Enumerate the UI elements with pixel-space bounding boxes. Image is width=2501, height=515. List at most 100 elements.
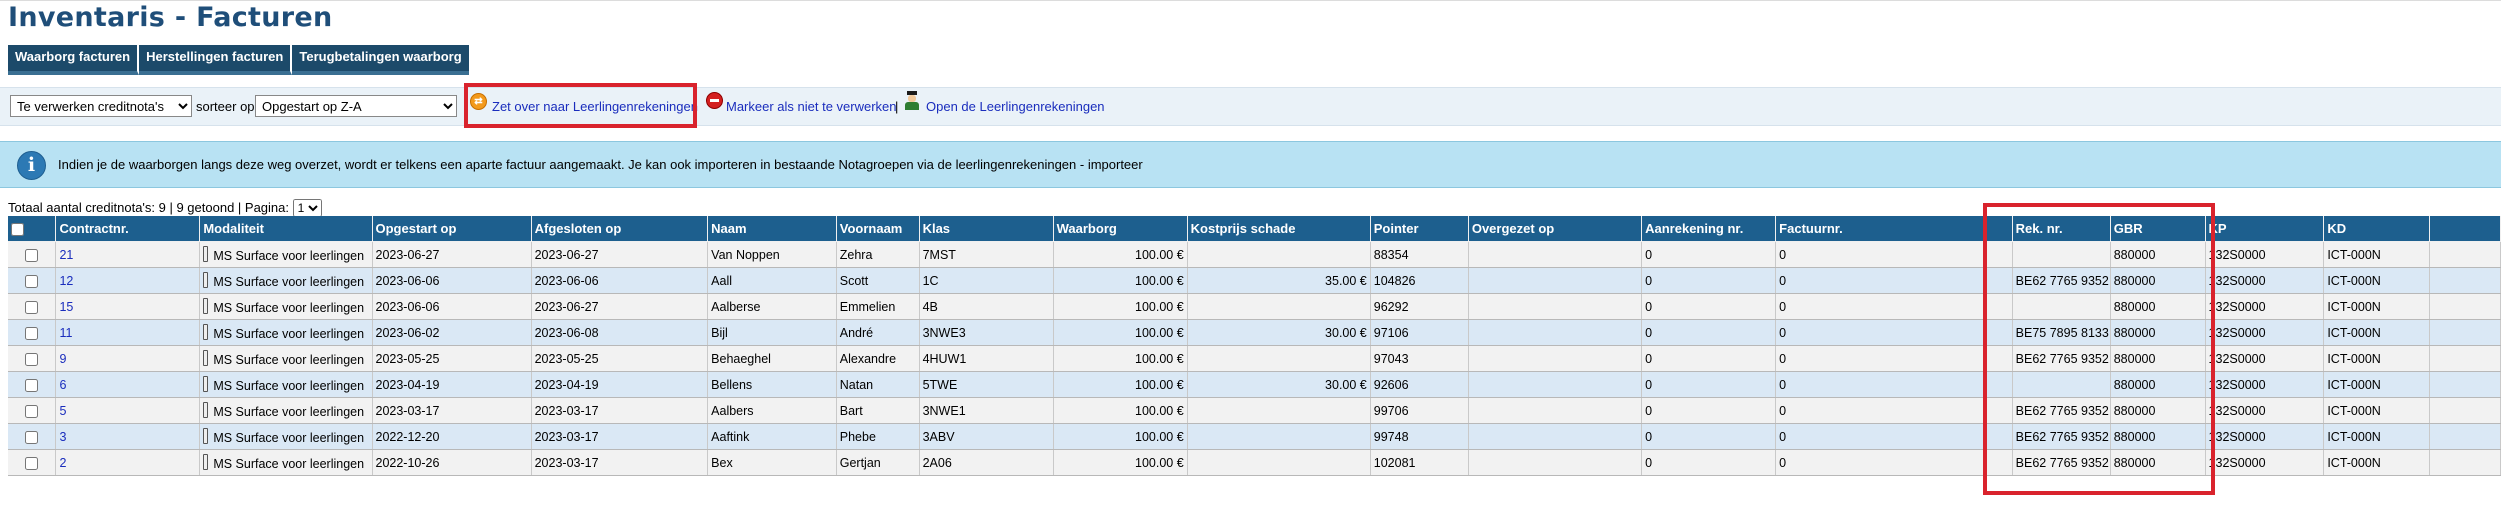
sort-select[interactable]: Opgestart op Z-A	[255, 95, 457, 117]
contract-link[interactable]: 21	[59, 248, 73, 262]
cell-modaliteit: MS Surface voor leerlingen	[199, 241, 373, 268]
contract-link[interactable]: 11	[59, 326, 72, 340]
cell-contractnr: 12	[55, 267, 201, 294]
cell-pointer: 99706	[1370, 397, 1469, 424]
mark-not-process-link[interactable]: Markeer als niet te verwerken	[726, 99, 897, 114]
col-contractnr[interactable]: Contractnr.	[55, 216, 201, 242]
contract-link[interactable]: 2	[59, 456, 66, 470]
table-row[interactable]: 15 MS Surface voor leerlingen 2023-06-06 20…	[8, 293, 2501, 320]
col-kostprijs-schade[interactable]: Kostprijs schade	[1187, 216, 1371, 242]
cell-aanrekening-nr: 0	[1641, 345, 1777, 372]
col-afgesloten-op[interactable]: Afgesloten op	[531, 216, 709, 242]
cell-factuurnr: 0	[1775, 423, 2013, 450]
row-select-cell	[8, 293, 57, 320]
cell-voornaam: Emmelien	[836, 293, 920, 320]
cell-modaliteit: MS Surface voor leerlingen	[199, 397, 373, 424]
transfer-to-student-accounts-link[interactable]: Zet over naar Leerlingenrekeningen	[492, 99, 698, 114]
cell-overgezet-op	[1468, 371, 1643, 398]
info-icon: i	[17, 151, 46, 180]
col-pointer[interactable]: Pointer	[1370, 216, 1469, 242]
table-row[interactable]: 5 MS Surface voor leerlingen 2023-03-17 202…	[8, 397, 2501, 424]
filter-select[interactable]: Te verwerken creditnota's	[10, 95, 192, 117]
page-title: Inventaris - Facturen	[8, 2, 333, 33]
cell-afgesloten-op: 2023-05-25	[531, 345, 709, 372]
contract-link[interactable]: 12	[59, 274, 73, 288]
contract-link[interactable]: 6	[59, 378, 66, 392]
cell-waarborg: 100.00 €	[1053, 319, 1188, 346]
col-waarborg[interactable]: Waarborg	[1053, 216, 1188, 242]
table-row[interactable]: 3 MS Surface voor leerlingen 2022-12-20 202…	[8, 423, 2501, 450]
table-row[interactable]: 12 MS Surface voor leerlingen 2023-06-06 20…	[8, 267, 2501, 294]
cell-modaliteit: MS Surface voor leerlingen	[199, 267, 373, 294]
col-kd[interactable]: KD	[2323, 216, 2431, 242]
table-row[interactable]: 21 MS Surface voor leerlingen 2023-06-27 20…	[8, 241, 2501, 268]
cell-factuurnr: 0	[1775, 371, 2013, 398]
col-naam[interactable]: Naam	[707, 216, 837, 242]
info-text: Indien je de waarborgen langs deze weg o…	[58, 157, 1143, 172]
table-row[interactable]: 11 MS Surface voor leerlingen 2023-06-02 20…	[8, 319, 2501, 346]
cell-overgezet-op	[1468, 293, 1643, 320]
modaliteit-text: MS Surface voor leerlingen	[213, 431, 365, 445]
cell-kd: ICT-000N	[2323, 449, 2431, 476]
modaliteit-text: MS Surface voor leerlingen	[213, 457, 365, 471]
cell-modaliteit: MS Surface voor leerlingen	[199, 423, 373, 450]
contract-link[interactable]: 15	[59, 300, 73, 314]
tab-herstellingen-facturen[interactable]: Herstellingen facturen	[139, 45, 293, 75]
row-checkbox[interactable]	[25, 456, 39, 470]
modaliteit-text: MS Surface voor leerlingen	[213, 353, 365, 367]
col-overgezet-op[interactable]: Overgezet op	[1468, 216, 1643, 242]
col-modaliteit[interactable]: Modaliteit	[199, 216, 373, 242]
cell-gbr: 880000	[2110, 449, 2206, 476]
contract-link[interactable]: 5	[59, 404, 66, 418]
table-row[interactable]: 6 MS Surface voor leerlingen 2023-04-19 202…	[8, 371, 2501, 398]
row-checkbox[interactable]	[25, 430, 39, 444]
cell-waarborg: 100.00 €	[1053, 293, 1188, 320]
tablet-icon	[203, 350, 209, 366]
cell-extra	[2429, 293, 2501, 320]
table-row[interactable]: 2 MS Surface voor leerlingen 2022-10-26 202…	[8, 449, 2501, 476]
col-gbr[interactable]: GBR	[2110, 216, 2206, 242]
col-klas[interactable]: Klas	[919, 216, 1054, 242]
cell-klas: 4B	[919, 293, 1054, 320]
row-checkbox[interactable]	[25, 352, 39, 366]
cell-overgezet-op	[1468, 241, 1643, 268]
sort-label: sorteer op:	[196, 99, 259, 114]
contract-link[interactable]: 9	[59, 352, 66, 366]
cell-pointer: 102081	[1370, 449, 1469, 476]
row-checkbox[interactable]	[25, 248, 39, 262]
row-checkbox[interactable]	[25, 326, 39, 340]
tab-waarborg-facturen[interactable]: Waarborg facturen	[8, 45, 140, 75]
col-aanrekening-nr[interactable]: Aanrekening nr.	[1641, 216, 1777, 242]
row-checkbox[interactable]	[25, 378, 39, 392]
col-opgestart-op[interactable]: Opgestart op	[372, 216, 532, 242]
cell-naam: Bex	[707, 449, 837, 476]
cell-aanrekening-nr: 0	[1641, 371, 1777, 398]
table-row[interactable]: 9 MS Surface voor leerlingen 2023-05-25 202…	[8, 345, 2501, 372]
col-rek-nr[interactable]: Rek. nr.	[2012, 216, 2111, 242]
row-checkbox[interactable]	[25, 300, 39, 314]
cell-gbr: 880000	[2110, 267, 2206, 294]
tab-terugbetalingen-waarborg[interactable]: Terugbetalingen waarborg	[292, 45, 469, 75]
row-checkbox[interactable]	[25, 274, 39, 288]
cell-kd: ICT-000N	[2323, 293, 2431, 320]
open-student-accounts-link[interactable]: Open de Leerlingenrekeningen	[926, 99, 1105, 114]
cell-kp: 132S0000	[2205, 319, 2325, 346]
contract-link[interactable]: 3	[59, 430, 66, 444]
col-factuurnr[interactable]: Factuurnr.	[1775, 216, 2013, 242]
cell-extra	[2429, 267, 2501, 294]
page-select[interactable]: 1	[292, 199, 322, 217]
tablet-icon	[203, 402, 209, 418]
cell-klas: 3NWE3	[919, 319, 1054, 346]
cell-aanrekening-nr: 0	[1641, 293, 1777, 320]
cell-contractnr: 5	[55, 397, 201, 424]
cell-kd: ICT-000N	[2323, 423, 2431, 450]
col-kp[interactable]: KP	[2205, 216, 2325, 242]
select-all-checkbox[interactable]	[11, 223, 24, 237]
cell-factuurnr: 0	[1775, 449, 2013, 476]
row-select-cell	[8, 449, 57, 476]
cell-klas: 1C	[919, 267, 1054, 294]
col-voornaam[interactable]: Voornaam	[836, 216, 920, 242]
row-checkbox[interactable]	[25, 404, 39, 418]
cell-overgezet-op	[1468, 423, 1643, 450]
modaliteit-text: MS Surface voor leerlingen	[213, 405, 365, 419]
